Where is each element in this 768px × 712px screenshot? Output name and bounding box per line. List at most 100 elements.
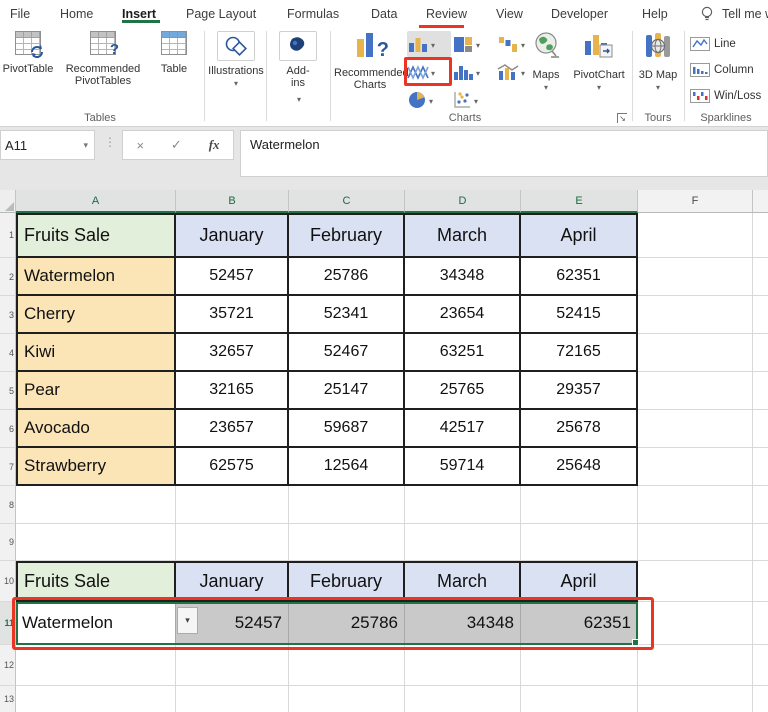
charts-dialog-launcher-icon[interactable]: ↘: [617, 113, 627, 123]
histogram-chart-button[interactable]: [452, 59, 496, 85]
cell-a1[interactable]: Fruits Sale: [16, 213, 176, 258]
cell-e1[interactable]: April: [521, 213, 638, 258]
maps-button[interactable]: Maps: [524, 31, 568, 94]
tab-page-layout[interactable]: Page Layout: [186, 7, 256, 21]
cell-a12[interactable]: [16, 645, 176, 686]
cell-f8[interactable]: [638, 486, 753, 524]
row-header-8[interactable]: 8: [0, 486, 16, 524]
cell-f2[interactable]: [638, 258, 753, 296]
sparkline-column-button[interactable]: Column: [690, 60, 754, 80]
cell-f6[interactable]: [638, 410, 753, 448]
cell-a2[interactable]: Watermelon: [16, 258, 176, 296]
scatter-chart-button[interactable]: [452, 87, 496, 113]
column-header-d[interactable]: D: [405, 190, 521, 213]
cell-b13[interactable]: [176, 686, 289, 712]
row-header-4[interactable]: 4: [0, 334, 16, 372]
column-header-g-partial[interactable]: [753, 190, 768, 213]
column-header-a[interactable]: A: [16, 190, 176, 213]
cell-f9[interactable]: [638, 524, 753, 561]
cell-a5[interactable]: Pear: [16, 372, 176, 410]
cell-c2[interactable]: 25786: [289, 258, 405, 296]
cell-e2[interactable]: 62351: [521, 258, 638, 296]
cell-g7[interactable]: [753, 448, 768, 486]
cell-f13[interactable]: [638, 686, 753, 712]
cell-g2[interactable]: [753, 258, 768, 296]
cell-b12[interactable]: [176, 645, 289, 686]
tab-review[interactable]: Review: [426, 7, 467, 21]
cell-f1[interactable]: [638, 213, 753, 258]
row-header-5[interactable]: 5: [0, 372, 16, 410]
cell-d11[interactable]: 34348: [405, 602, 521, 645]
cell-c7[interactable]: 12564: [289, 448, 405, 486]
column-chart-button[interactable]: [407, 31, 451, 57]
cell-e6[interactable]: 25678: [521, 410, 638, 448]
cell-g1[interactable]: [753, 213, 768, 258]
cell-f11[interactable]: [638, 602, 753, 645]
cell-g11[interactable]: [753, 602, 768, 645]
cell-d7[interactable]: 59714: [405, 448, 521, 486]
cell-c1[interactable]: February: [289, 213, 405, 258]
cell-g3[interactable]: [753, 296, 768, 334]
tab-insert[interactable]: Insert: [122, 7, 156, 21]
cell-a11-active[interactable]: Watermelon: [16, 602, 176, 645]
tab-formulas[interactable]: Formulas: [287, 7, 339, 21]
cell-e5[interactable]: 29357: [521, 372, 638, 410]
cell-a4[interactable]: Kiwi: [16, 334, 176, 372]
recommended-charts-button[interactable]: ? Recommended Charts: [334, 31, 409, 91]
cell-e10[interactable]: April: [521, 561, 638, 602]
row-header-13[interactable]: 13: [0, 686, 16, 712]
cell-a9[interactable]: [16, 524, 176, 561]
cell-c12[interactable]: [289, 645, 405, 686]
formula-bar-input[interactable]: Watermelon: [240, 130, 768, 177]
cell-c6[interactable]: 59687: [289, 410, 405, 448]
column-header-e[interactable]: E: [521, 190, 638, 213]
row-header-7[interactable]: 7: [0, 448, 16, 486]
tab-view[interactable]: View: [496, 7, 523, 21]
cell-e3[interactable]: 52415: [521, 296, 638, 334]
insert-function-icon[interactable]: fx: [209, 137, 220, 153]
row-header-1[interactable]: 1: [0, 213, 16, 258]
cell-a8[interactable]: [16, 486, 176, 524]
row-header-6[interactable]: 6: [0, 410, 16, 448]
cell-e9[interactable]: [521, 524, 638, 561]
pivottable-button[interactable]: PivotTable: [2, 31, 54, 75]
cell-d10[interactable]: March: [405, 561, 521, 602]
data-validation-dropdown-button[interactable]: ▾: [177, 607, 198, 634]
cell-c3[interactable]: 52341: [289, 296, 405, 334]
cell-e13[interactable]: [521, 686, 638, 712]
cell-g4[interactable]: [753, 334, 768, 372]
name-box[interactable]: A11 ▾: [0, 130, 95, 160]
table-button[interactable]: Table: [152, 31, 196, 75]
select-all-corner[interactable]: [0, 190, 16, 213]
tell-me-box[interactable]: Tell me w: [722, 7, 768, 21]
cell-b1[interactable]: January: [176, 213, 289, 258]
cell-e8[interactable]: [521, 486, 638, 524]
cell-d1[interactable]: March: [405, 213, 521, 258]
cell-g12[interactable]: [753, 645, 768, 686]
cell-b5[interactable]: 32165: [176, 372, 289, 410]
cell-c9[interactable]: [289, 524, 405, 561]
cell-d4[interactable]: 63251: [405, 334, 521, 372]
row-header-2[interactable]: 2: [0, 258, 16, 296]
cell-e7[interactable]: 25648: [521, 448, 638, 486]
cell-a7[interactable]: Strawberry: [16, 448, 176, 486]
cell-d13[interactable]: [405, 686, 521, 712]
cell-d9[interactable]: [405, 524, 521, 561]
cell-d3[interactable]: 23654: [405, 296, 521, 334]
column-header-b[interactable]: B: [176, 190, 289, 213]
cell-b10[interactable]: January: [176, 561, 289, 602]
cell-b3[interactable]: 35721: [176, 296, 289, 334]
cell-b8[interactable]: [176, 486, 289, 524]
tab-file[interactable]: File: [10, 7, 30, 21]
cell-b2[interactable]: 52457: [176, 258, 289, 296]
row-header-10[interactable]: 10: [0, 561, 16, 602]
cell-f3[interactable]: [638, 296, 753, 334]
cell-f4[interactable]: [638, 334, 753, 372]
cell-g10[interactable]: [753, 561, 768, 602]
illustrations-button[interactable]: Illustrations: [208, 31, 264, 90]
cell-e11[interactable]: 62351: [521, 602, 638, 645]
fill-handle[interactable]: [632, 639, 639, 646]
cell-f10[interactable]: [638, 561, 753, 602]
row-header-12[interactable]: 12: [0, 645, 16, 686]
enter-icon[interactable]: ✓: [171, 137, 182, 153]
